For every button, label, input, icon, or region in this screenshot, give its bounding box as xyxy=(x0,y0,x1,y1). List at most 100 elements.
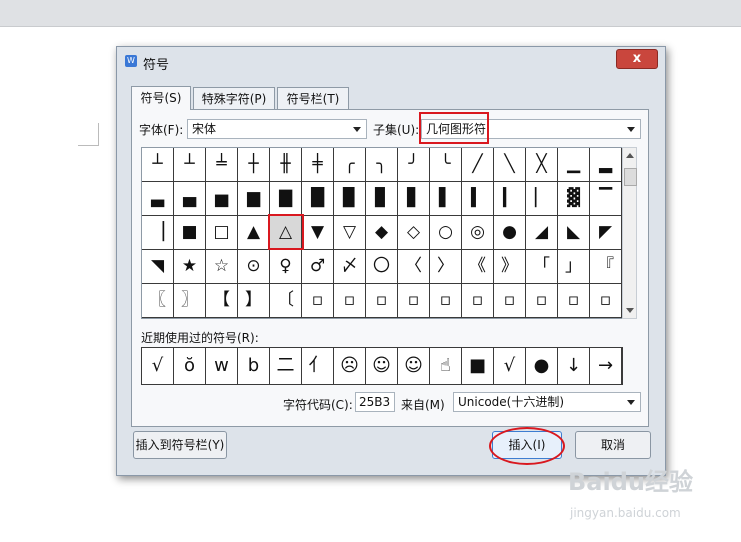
symbol-cell[interactable]: ╯ xyxy=(398,148,430,182)
symbol-cell[interactable]: 」 xyxy=(558,250,590,284)
recent-symbol-cell[interactable]: ■ xyxy=(462,348,494,384)
symbol-cell[interactable]: ╧ xyxy=(206,148,238,182)
symbol-cell[interactable]: ▌ xyxy=(430,182,462,216)
symbol-cell[interactable]: 》 xyxy=(494,250,526,284)
symbol-cell[interactable]: ▏ xyxy=(526,182,558,216)
symbol-cell[interactable]: ⊙ xyxy=(238,250,270,284)
recent-symbol-cell[interactable]: ☝ xyxy=(430,348,462,384)
recent-symbol-cell[interactable]: 二 xyxy=(270,348,302,384)
symbol-cell[interactable]: ╪ xyxy=(302,148,334,182)
symbol-cell[interactable]: ╲ xyxy=(494,148,526,182)
symbol-cell[interactable]: ◤ xyxy=(590,216,622,250)
symbol-cell[interactable]: ★ xyxy=(174,250,206,284)
symbol-cell[interactable]: 〔 xyxy=(270,284,302,318)
symbol-cell[interactable]: ◆ xyxy=(366,216,398,250)
symbol-cell[interactable]: ┴ xyxy=(174,148,206,182)
symbol-cell[interactable]: ● xyxy=(494,216,526,250)
recent-symbol-cell[interactable]: √ xyxy=(494,348,526,384)
encoding-select[interactable]: Unicode(十六进制) xyxy=(453,392,641,412)
symbol-cell[interactable]: 《 xyxy=(462,250,494,284)
symbol-cell[interactable]: ╭ xyxy=(334,148,366,182)
symbol-cell[interactable]: 〈 xyxy=(398,250,430,284)
symbol-cell[interactable]: ☆ xyxy=(206,250,238,284)
insert-to-symbol-bar-button[interactable]: 插入到符号栏(Y) xyxy=(133,431,227,459)
symbol-cell[interactable]: 「 xyxy=(526,250,558,284)
symbol-cell[interactable]: ▕ xyxy=(142,216,174,250)
symbol-cell[interactable]: ▫ xyxy=(334,284,366,318)
symbol-cell[interactable]: ▂ xyxy=(590,148,622,182)
symbol-cell[interactable]: ▫ xyxy=(558,284,590,318)
symbol-cell[interactable]: ◇ xyxy=(398,216,430,250)
symbol-cell[interactable]: 『 xyxy=(590,250,622,284)
symbol-cell[interactable]: ▽ xyxy=(334,216,366,250)
symbol-cell[interactable]: ♀ xyxy=(270,250,302,284)
recent-symbol-cell[interactable]: b xyxy=(238,348,270,384)
symbol-cell[interactable]: ◣ xyxy=(558,216,590,250)
symbol-cell[interactable]: ▎ xyxy=(494,182,526,216)
close-button[interactable]: x xyxy=(616,49,658,69)
cancel-button[interactable]: 取消 xyxy=(575,431,651,459)
tab-symbol-bar[interactable]: 符号栏(T) xyxy=(277,87,349,109)
symbol-grid-scrollbar[interactable] xyxy=(622,147,637,319)
symbol-cell[interactable]: 〉 xyxy=(430,250,462,284)
symbol-cell[interactable]: 〖 xyxy=(142,284,174,318)
char-code-input[interactable]: 25B3 xyxy=(355,392,395,412)
symbol-cell[interactable]: ▫ xyxy=(366,284,398,318)
symbol-cell[interactable]: ▃ xyxy=(142,182,174,216)
symbol-cell[interactable]: ▫ xyxy=(590,284,622,318)
recent-symbol-cell[interactable]: ☺ xyxy=(398,348,430,384)
symbol-cell[interactable]: ╮ xyxy=(366,148,398,182)
tab-special-chars[interactable]: 特殊字符(P) xyxy=(193,87,275,109)
symbol-cell[interactable]: ╱ xyxy=(462,148,494,182)
symbol-cell[interactable]: ▉ xyxy=(334,182,366,216)
font-select[interactable]: 宋体 xyxy=(187,119,367,139)
symbol-cell[interactable]: ♂ xyxy=(302,250,334,284)
symbol-cell[interactable]: ┴ xyxy=(142,148,174,182)
symbol-cell[interactable]: ▫ xyxy=(526,284,558,318)
symbol-cell[interactable]: ◢ xyxy=(526,216,558,250)
symbol-cell[interactable]: ▇ xyxy=(270,182,302,216)
symbol-cell[interactable]: ▫ xyxy=(430,284,462,318)
symbol-cell[interactable]: 〆 xyxy=(334,250,366,284)
symbol-cell[interactable]: ▅ xyxy=(206,182,238,216)
symbol-cell[interactable]: ╫ xyxy=(270,148,302,182)
symbol-cell[interactable]: □ xyxy=(206,216,238,250)
recent-symbol-cell[interactable]: ↓ xyxy=(558,348,590,384)
recent-symbol-cell[interactable]: 亻 xyxy=(302,348,334,384)
symbol-cell[interactable]: ◎ xyxy=(462,216,494,250)
recent-symbol-cell[interactable]: √ xyxy=(142,348,174,384)
recent-symbol-cell[interactable]: → xyxy=(590,348,622,384)
symbol-cell[interactable]: ▼ xyxy=(302,216,334,250)
symbol-cell[interactable]: ▁ xyxy=(558,148,590,182)
recent-symbol-cell[interactable]: ☺ xyxy=(366,348,398,384)
symbol-cell[interactable]: ▫ xyxy=(302,284,334,318)
recent-symbol-cell[interactable]: ● xyxy=(526,348,558,384)
symbol-cell[interactable]: ▲ xyxy=(238,216,270,250)
symbol-cell[interactable]: ▄ xyxy=(174,182,206,216)
scroll-up-icon[interactable] xyxy=(626,153,634,158)
symbol-cell[interactable]: ▊ xyxy=(366,182,398,216)
symbol-cell[interactable]: ▫ xyxy=(462,284,494,318)
tab-symbols[interactable]: 符号(S) xyxy=(131,86,191,110)
symbol-cell[interactable]: 】 xyxy=(238,284,270,318)
symbol-cell[interactable]: █ xyxy=(302,182,334,216)
scroll-thumb[interactable] xyxy=(624,168,637,186)
symbol-cell[interactable]: ╳ xyxy=(526,148,558,182)
symbol-cell[interactable]: ┼ xyxy=(238,148,270,182)
recent-symbol-cell[interactable]: ☹ xyxy=(334,348,366,384)
recent-symbol-cell[interactable]: ŏ xyxy=(174,348,206,384)
symbol-cell[interactable]: ╰ xyxy=(430,148,462,182)
symbol-cell[interactable]: ○ xyxy=(430,216,462,250)
scroll-down-icon[interactable] xyxy=(626,308,634,313)
symbol-cell[interactable]: ◥ xyxy=(142,250,174,284)
symbol-cell[interactable]: ■ xyxy=(174,216,206,250)
symbol-cell[interactable]: 【 xyxy=(206,284,238,318)
symbol-cell[interactable]: ▫ xyxy=(494,284,526,318)
symbol-cell[interactable]: ▫ xyxy=(398,284,430,318)
recent-symbol-cell[interactable]: w xyxy=(206,348,238,384)
symbol-cell[interactable]: 〗 xyxy=(174,284,206,318)
symbol-cell[interactable]: ▆ xyxy=(238,182,270,216)
symbol-cell[interactable]: 〇 xyxy=(366,250,398,284)
symbol-cell[interactable]: ▍ xyxy=(462,182,494,216)
symbol-cell[interactable]: ▓ xyxy=(558,182,590,216)
